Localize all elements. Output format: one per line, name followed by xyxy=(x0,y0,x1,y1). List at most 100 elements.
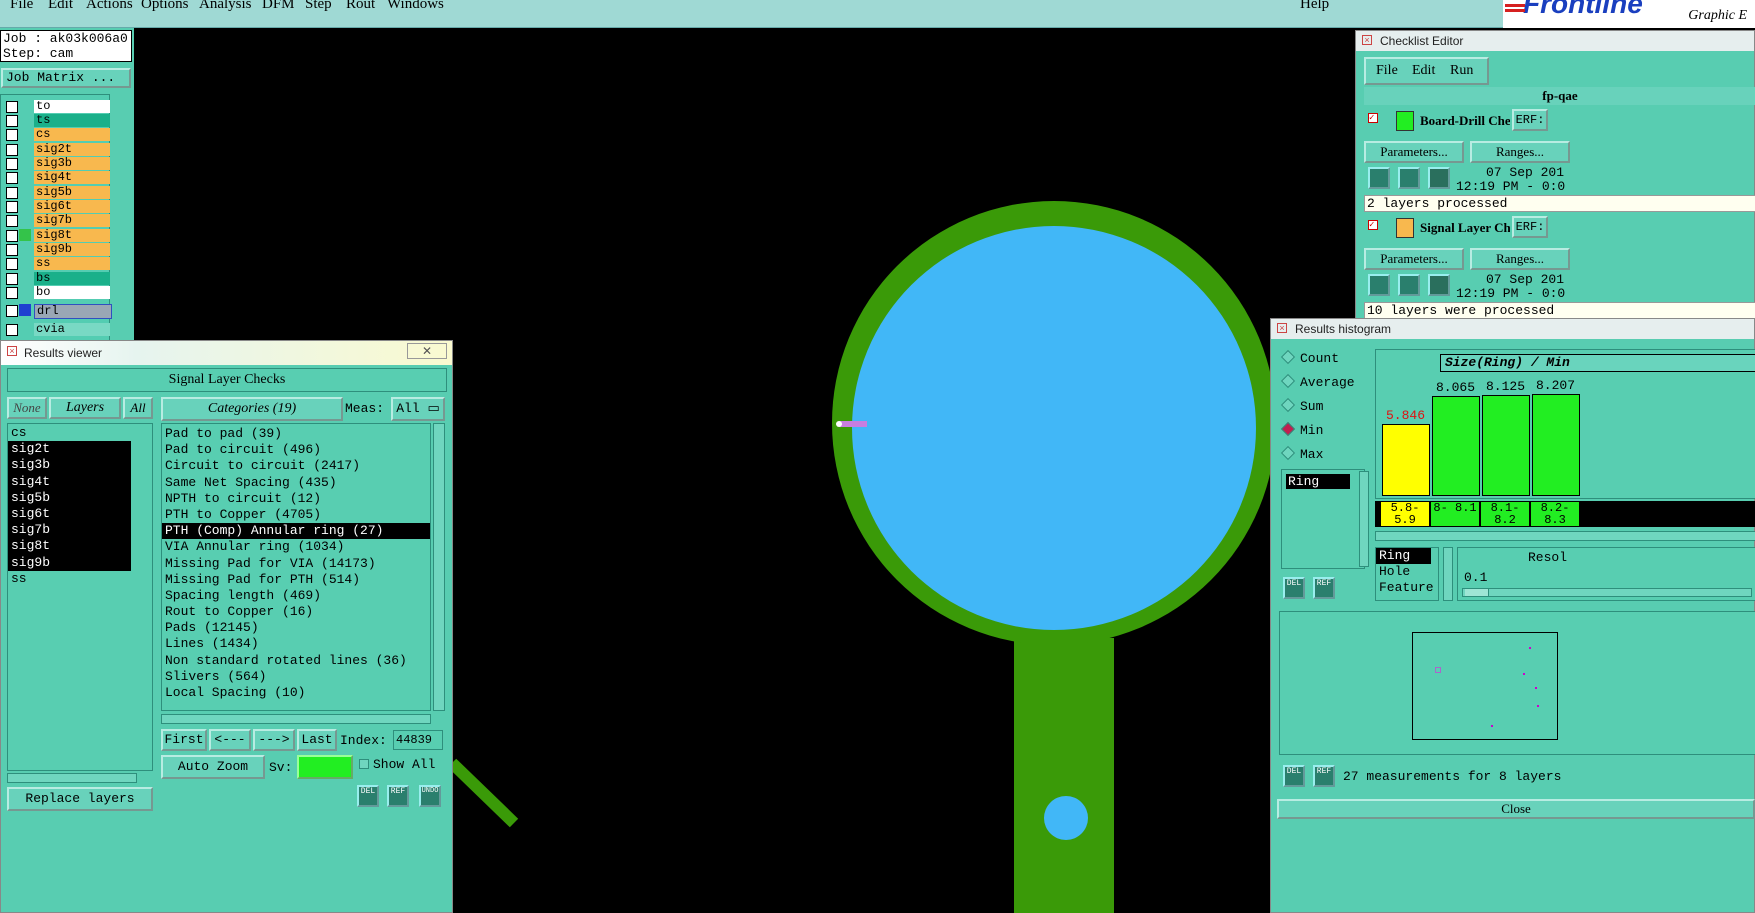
menu-analysis[interactable]: Analysis xyxy=(199,0,252,13)
layer-checkbox[interactable] xyxy=(6,129,18,141)
ranges-button[interactable]: Ranges... xyxy=(1470,141,1570,163)
show-all-checkbox[interactable] xyxy=(359,759,369,769)
category-scrollbar[interactable] xyxy=(161,714,431,724)
run-check-icon[interactable] xyxy=(1398,274,1420,296)
type-item[interactable]: Hole xyxy=(1376,564,1438,580)
measure-scrollbar[interactable] xyxy=(1359,471,1369,567)
index-input[interactable]: 44839 xyxy=(393,730,443,750)
layer-item-sig7b[interactable]: sig7b xyxy=(34,214,110,227)
measure-list-item[interactable]: Ring xyxy=(1286,474,1350,489)
histogram-scrollbar[interactable] xyxy=(1375,531,1755,541)
location-map[interactable] xyxy=(1279,611,1755,755)
result-layer-item[interactable]: sig9b xyxy=(8,554,131,571)
undo-button[interactable]: UNDO xyxy=(419,785,441,807)
result-layer-item[interactable]: ss xyxy=(8,571,131,587)
sv-dropdown[interactable] xyxy=(297,755,353,779)
none-button[interactable]: None xyxy=(7,397,47,419)
layer-checkbox[interactable] xyxy=(6,144,18,156)
category-item[interactable]: Lines (1434) xyxy=(162,636,430,652)
layer-item-sig5b[interactable]: sig5b xyxy=(34,186,110,199)
type-item[interactable]: Feature xyxy=(1376,580,1438,596)
histogram-bar[interactable] xyxy=(1432,396,1480,496)
parameters-button[interactable]: Parameters... xyxy=(1364,248,1464,270)
menu-file[interactable]: File xyxy=(10,0,33,13)
stat-option-average[interactable]: Average xyxy=(1280,373,1355,390)
first-button[interactable]: First xyxy=(161,729,207,751)
layer-item-bs[interactable]: bs xyxy=(34,272,110,285)
type-list[interactable]: Ring Hole Feature xyxy=(1375,547,1439,601)
layer-item-cs[interactable]: cs xyxy=(34,128,110,141)
layer-item-drl[interactable]: drl xyxy=(34,304,112,319)
result-layer-item[interactable]: sig3b xyxy=(8,457,131,474)
check-toggle[interactable]: ✓ xyxy=(1368,220,1378,230)
map-del-button[interactable]: DEL xyxy=(1283,765,1305,787)
category-list[interactable]: Pad to pad (39) Pad to circuit (496) Circu… xyxy=(161,423,431,711)
vertical-scrollbar[interactable] xyxy=(433,423,445,711)
result-layer-item[interactable]: sig2t xyxy=(8,441,131,458)
layer-item-sig9b[interactable]: sig9b xyxy=(34,243,110,256)
category-item[interactable]: Rout to Copper (16) xyxy=(162,604,430,620)
layer-checkbox[interactable] xyxy=(6,258,18,270)
map-ref-button[interactable]: REF xyxy=(1313,765,1335,787)
menu-help[interactable]: Help xyxy=(1300,0,1329,13)
prev-button[interactable]: <--- xyxy=(209,729,251,751)
category-item[interactable]: Slivers (564) xyxy=(162,669,430,685)
del-button[interactable]: DEL xyxy=(357,785,379,807)
layer-checkbox[interactable] xyxy=(6,158,18,170)
stat-option-sum[interactable]: Sum xyxy=(1280,397,1323,414)
parameters-button[interactable]: Parameters... xyxy=(1364,141,1464,163)
run-check-icon[interactable] xyxy=(1368,274,1390,296)
layer-checkbox[interactable] xyxy=(6,273,18,285)
ranges-button[interactable]: Ranges... xyxy=(1470,248,1570,270)
category-item[interactable]: PTH to Copper (4705) xyxy=(162,507,430,523)
result-layer-item[interactable]: cs xyxy=(8,425,131,441)
last-button[interactable]: Last xyxy=(297,729,337,751)
layer-item-sig8t[interactable]: sig8t xyxy=(34,229,110,242)
resolution-slider[interactable] xyxy=(1462,588,1752,597)
result-layer-item[interactable]: sig8t xyxy=(8,538,131,555)
categories-button[interactable]: Categories (19) xyxy=(161,397,343,421)
measure-list[interactable]: Ring xyxy=(1281,469,1365,569)
layer-checkbox[interactable] xyxy=(6,172,18,184)
category-item[interactable]: Pad to circuit (496) xyxy=(162,442,430,458)
category-item[interactable]: Local Spacing (10) xyxy=(162,685,430,701)
layer-item-sig6t[interactable]: sig6t xyxy=(34,200,110,213)
category-item[interactable]: Missing Pad for VIA (14173) xyxy=(162,556,430,572)
menu-actions[interactable]: Actions xyxy=(86,0,133,13)
layer-checkbox[interactable] xyxy=(6,115,18,127)
category-item[interactable]: VIA Annular ring (1034) xyxy=(162,539,430,555)
close-icon[interactable]: ✕ xyxy=(407,343,447,359)
category-item[interactable]: Non standard rotated lines (36) xyxy=(162,653,430,669)
layer-checkbox[interactable] xyxy=(6,230,18,242)
menu-rout[interactable]: Rout xyxy=(346,0,375,13)
stat-option-count[interactable]: Count xyxy=(1280,349,1339,366)
checklist-menu-edit[interactable]: Edit xyxy=(1412,63,1435,79)
type-scrollbar[interactable] xyxy=(1443,547,1453,601)
auto-zoom-dropdown[interactable]: Auto Zoom xyxy=(161,755,265,779)
replace-layers-dropdown[interactable]: Replace layers xyxy=(7,787,153,811)
category-item[interactable]: Missing Pad for PTH (514) xyxy=(162,572,430,588)
layer-item-to[interactable]: to xyxy=(34,100,110,113)
stop-check-icon[interactable] xyxy=(1428,167,1450,189)
layer-results-list[interactable]: cs sig2t sig3b sig4t sig5b sig6t sig7b sig8t sig… xyxy=(7,423,153,771)
histogram-ref-button[interactable]: REF xyxy=(1313,577,1335,599)
layer-item-sig2t[interactable]: sig2t xyxy=(34,143,110,156)
histogram-del-button[interactable]: 5.846DEL xyxy=(1283,577,1305,599)
menu-options[interactable]: Options xyxy=(141,0,189,13)
menu-edit[interactable]: Edit xyxy=(48,0,73,13)
checklist-menu-run[interactable]: Run xyxy=(1450,63,1473,79)
layer-checkbox[interactable] xyxy=(6,101,18,113)
menu-step[interactable]: Step xyxy=(305,0,332,13)
type-item[interactable]: Ring xyxy=(1376,548,1431,564)
stat-option-max[interactable]: Max xyxy=(1280,445,1323,462)
layers-button[interactable]: Layers xyxy=(49,397,121,419)
layer-item-sig4t[interactable]: sig4t xyxy=(34,171,110,184)
menu-dfm[interactable]: DFM xyxy=(262,0,295,13)
run-check-icon[interactable] xyxy=(1368,167,1390,189)
run-check-icon[interactable] xyxy=(1398,167,1420,189)
layer-item-ss[interactable]: ss xyxy=(34,257,110,270)
layer-item-cvia[interactable]: cvia xyxy=(34,323,110,336)
erf-button[interactable]: ERF: xyxy=(1512,109,1548,131)
next-button[interactable]: ---> xyxy=(253,729,295,751)
erf-button[interactable]: ERF: xyxy=(1512,216,1548,238)
